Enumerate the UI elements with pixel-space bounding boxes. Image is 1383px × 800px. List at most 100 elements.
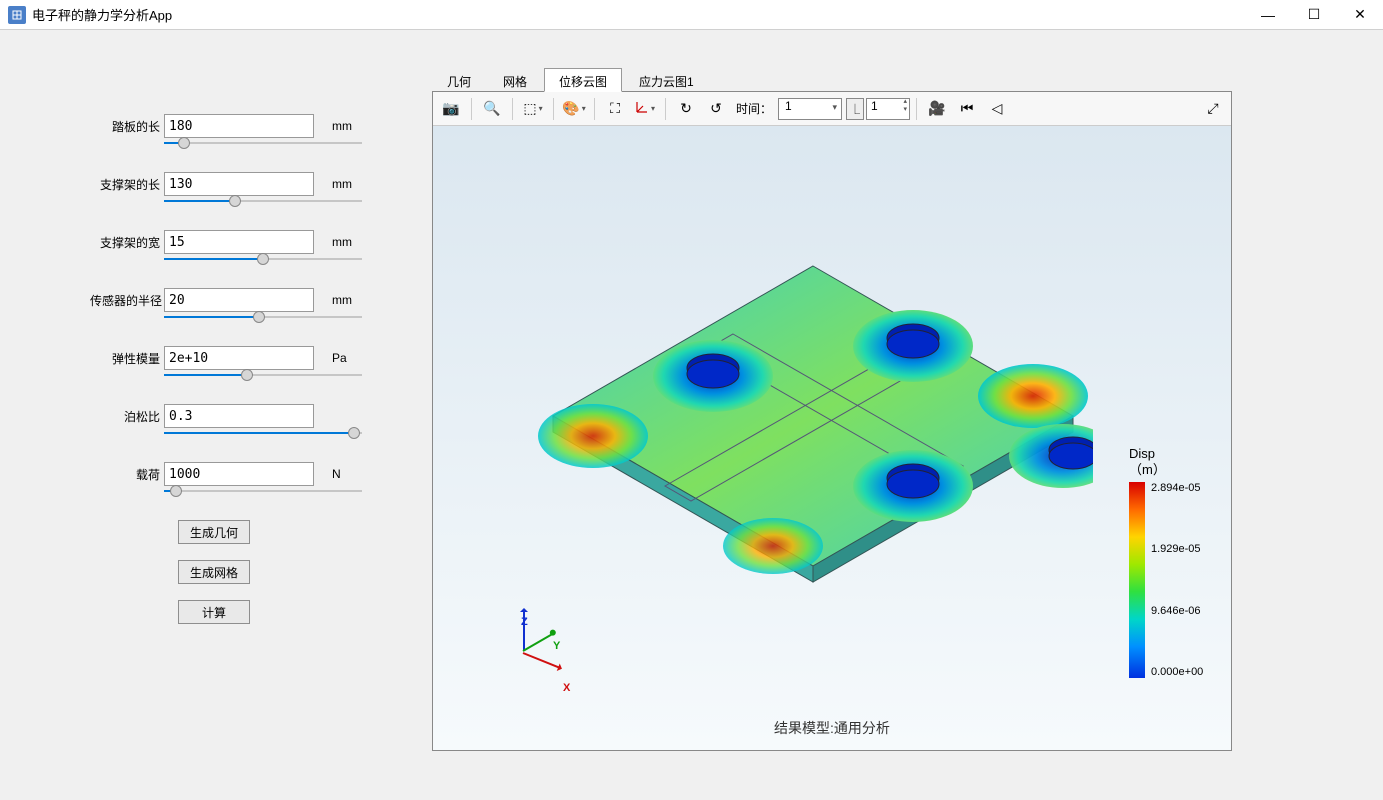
- parameter-panel: 踏板的长 mm 支撑架的长 mm 支撑架的宽 mm 传感器的半径mm 弹性模量 Pa 泊松比载荷N…: [0, 30, 432, 800]
- toolbar-separator: [553, 98, 554, 120]
- content-area: 踏板的长 mm 支撑架的长 mm 支撑架的宽 mm 传感器的半径mm 弹性模量 Pa 泊松比载荷N…: [0, 30, 1383, 800]
- x-axis-line: [523, 652, 561, 669]
- app-icon: [8, 6, 26, 24]
- param-input-4[interactable]: [164, 346, 314, 370]
- cube-icon: 🎨: [562, 100, 579, 117]
- param-label: 支撑架的宽: [90, 234, 164, 251]
- magnifier-icon: 🔍: [483, 100, 500, 117]
- colorbar-tick: 0.000e+00: [1151, 666, 1203, 678]
- toolbar-separator: [594, 98, 595, 120]
- toolbar-separator: [916, 98, 917, 120]
- param-unit: mm: [314, 177, 344, 191]
- colorbar-tick: 9.646e-06: [1151, 605, 1203, 617]
- param-slider-5[interactable]: [164, 432, 362, 434]
- action-buttons: 生成几何 生成网格 计算: [178, 520, 402, 624]
- rotate-cw-icon: ↻: [680, 100, 692, 117]
- param-label: 踏板的长: [90, 118, 164, 135]
- param-unit: mm: [314, 235, 344, 249]
- colormap-dropdown[interactable]: 🎨: [560, 96, 588, 122]
- animation-record-button[interactable]: 🎥: [923, 96, 951, 122]
- range-start-button[interactable]: ⎿: [846, 98, 864, 120]
- go-first-button[interactable]: ⏮: [953, 96, 981, 122]
- z-axis-label: Z: [521, 616, 528, 628]
- param-row: 踏板的长 mm: [90, 114, 402, 138]
- param-row: 传感器的半径mm: [90, 288, 402, 312]
- generate-geometry-button[interactable]: 生成几何: [178, 520, 250, 544]
- param-label: 泊松比: [90, 408, 164, 425]
- param-input-1[interactable]: [164, 172, 314, 196]
- tab-mesh[interactable]: 网格: [488, 68, 542, 92]
- zoom-button[interactable]: 🔍: [478, 96, 506, 122]
- generate-mesh-button[interactable]: 生成网格: [178, 560, 250, 584]
- result-tabs: 几何网格位移云图应力云图1: [432, 68, 1383, 92]
- expand-icon: ⤢: [1207, 100, 1218, 117]
- param-slider-4[interactable]: [164, 374, 362, 376]
- param-row: 支撑架的宽 mm: [90, 230, 402, 254]
- axes-dropdown[interactable]: [631, 96, 659, 122]
- param-input-6[interactable]: [164, 462, 314, 486]
- fit-view-button[interactable]: ⛶: [601, 96, 629, 122]
- param-label: 弹性模量: [90, 350, 164, 367]
- param-row: 载荷N: [90, 462, 402, 486]
- expand-button[interactable]: ⤢: [1199, 96, 1227, 122]
- param-label: 传感器的半径: [90, 292, 164, 309]
- param-input-2[interactable]: [164, 230, 314, 254]
- play-rev-icon: ◁: [992, 100, 1003, 117]
- minimize-button[interactable]: ―: [1245, 0, 1291, 30]
- param-label: 支撑架的长: [90, 176, 164, 193]
- param-slider-6[interactable]: [164, 490, 362, 492]
- viewer-panel: 几何网格位移云图应力云图1 📷 🔍 ⬚ 🎨 ⛶ ↻ ↺: [432, 30, 1383, 800]
- tab-stress1[interactable]: 应力云图1: [624, 68, 709, 92]
- viewer-toolbar: 📷 🔍 ⬚ 🎨 ⛶ ↻ ↺ 时间： 1 ⎿ 1: [433, 92, 1231, 126]
- param-unit: mm: [314, 119, 344, 133]
- frame-spin[interactable]: 1: [866, 98, 910, 120]
- colorbar-title: Disp （m）: [1129, 446, 1219, 478]
- param-row: 支撑架的长 mm: [90, 172, 402, 196]
- param-unit: N: [314, 467, 344, 481]
- maximize-button[interactable]: ☐: [1291, 0, 1337, 30]
- colorbar: Disp （m） 2.894e-05 1.929e-05 9.646e-06 0.00…: [1129, 446, 1219, 678]
- x-axis-label: X: [563, 682, 570, 694]
- rotate-cw-button[interactable]: ↻: [672, 96, 700, 122]
- param-slider-3[interactable]: [164, 316, 362, 318]
- camera-icon: 📷: [442, 100, 459, 117]
- param-slider-2[interactable]: [164, 258, 362, 260]
- y-axis-label: Y: [553, 640, 560, 652]
- close-button[interactable]: ✕: [1337, 0, 1383, 30]
- tab-geom[interactable]: 几何: [432, 68, 486, 92]
- selection-mode-dropdown[interactable]: ⬚: [519, 96, 547, 122]
- skip-first-icon: ⏮: [961, 100, 974, 117]
- time-combo[interactable]: 1: [778, 98, 842, 120]
- window-controls: ― ☐ ✕: [1245, 0, 1383, 30]
- play-back-button[interactable]: ◁: [983, 96, 1011, 122]
- rotate-ccw-button[interactable]: ↺: [702, 96, 730, 122]
- param-input-5[interactable]: [164, 404, 314, 428]
- screenshot-button[interactable]: 📷: [437, 96, 465, 122]
- app-window: 电子秤的静力学分析App ― ☐ ✕ 踏板的长 mm 支撑架的长 mm 支撑架的宽 mm 传…: [0, 0, 1383, 800]
- param-row: 弹性模量 Pa: [90, 346, 402, 370]
- toolbar-separator: [512, 98, 513, 120]
- time-label: 时间：: [736, 100, 772, 117]
- param-input-3[interactable]: [164, 288, 314, 312]
- titlebar: 电子秤的静力学分析App ― ☐ ✕: [0, 0, 1383, 30]
- colorbar-gradient: [1129, 482, 1145, 678]
- viewport-3d[interactable]: Z Y X Disp （m） 2.894: [433, 126, 1231, 750]
- window-title: 电子秤的静力学分析App: [32, 5, 1245, 24]
- model-caption: 结果模型:通用分析: [433, 718, 1231, 738]
- y-axis-line: [523, 633, 553, 652]
- axes-icon: [635, 100, 649, 117]
- videocam-icon: 🎥: [928, 100, 945, 117]
- viewer-frame: 📷 🔍 ⬚ 🎨 ⛶ ↻ ↺ 时间： 1 ⎿ 1: [432, 91, 1232, 751]
- toolbar-separator: [471, 98, 472, 120]
- tab-disp[interactable]: 位移云图: [544, 68, 622, 92]
- colorbar-tick: 2.894e-05: [1151, 482, 1203, 494]
- param-unit: Pa: [314, 351, 344, 365]
- param-row: 泊松比: [90, 404, 402, 428]
- result-model: [533, 226, 1093, 606]
- colorbar-tick: 1.929e-05: [1151, 543, 1203, 555]
- param-slider-0[interactable]: [164, 142, 362, 144]
- colorbar-ticks: 2.894e-05 1.929e-05 9.646e-06 0.000e+00: [1151, 482, 1203, 678]
- param-input-0[interactable]: [164, 114, 314, 138]
- compute-button[interactable]: 计算: [178, 600, 250, 624]
- param-slider-1[interactable]: [164, 200, 362, 202]
